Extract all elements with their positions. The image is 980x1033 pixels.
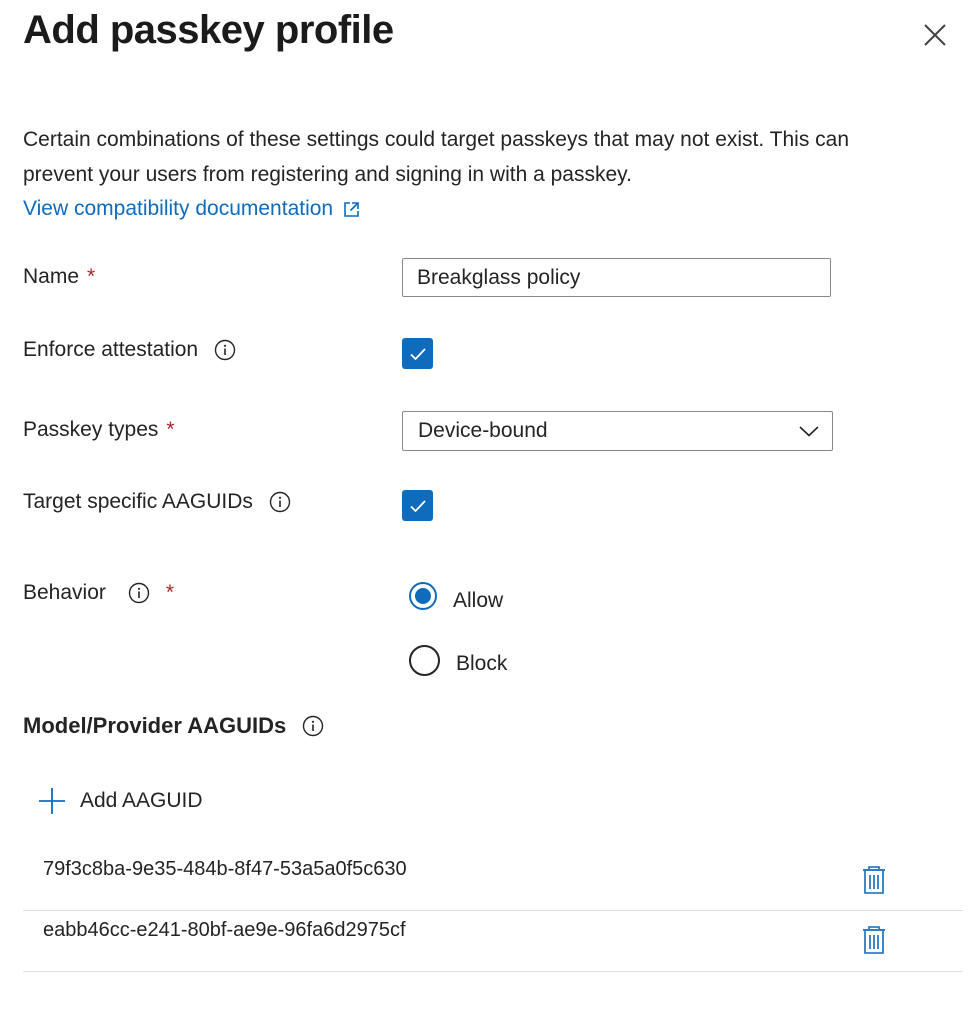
close-button[interactable]	[922, 22, 948, 48]
behavior-allow-radio[interactable]: Allow	[409, 579, 503, 613]
plus-icon	[39, 788, 65, 814]
behavior-label: Behavior *	[23, 581, 174, 605]
check-icon	[409, 499, 426, 512]
required-marker: *	[87, 265, 96, 288]
aaguids-heading: Model/Provider AAGUIDs	[23, 713, 324, 739]
enforce-attestation-checkbox[interactable]	[402, 338, 433, 369]
radio-button-selected[interactable]	[409, 582, 437, 610]
info-icon[interactable]	[302, 715, 324, 737]
external-link-icon	[344, 201, 359, 217]
enforce-attestation-label-text: Enforce attestation	[23, 338, 199, 361]
aaguid-row: 79f3c8ba-9e35-484b-8f47-53a5a0f5c630	[23, 850, 963, 911]
info-icon[interactable]	[128, 582, 150, 604]
trash-icon[interactable]	[861, 925, 887, 955]
aaguid-value: 79f3c8ba-9e35-484b-8f47-53a5a0f5c630	[43, 858, 407, 880]
panel-title: Add passkey profile	[23, 8, 394, 52]
required-marker: *	[166, 418, 175, 441]
passkey-types-label: Passkey types *	[23, 418, 175, 442]
name-input[interactable]	[402, 258, 831, 297]
doc-link-label: View compatibility documentation	[23, 197, 334, 220]
close-icon	[924, 24, 946, 46]
aaguid-value: eabb46cc-e241-80bf-ae9e-96fa6d2975cf	[43, 919, 406, 941]
target-aaguids-label: Target specific AAGUIDs	[23, 490, 291, 514]
trash-icon[interactable]	[861, 865, 887, 895]
add-aaguid-button[interactable]: Add AAGUID	[38, 787, 203, 815]
radio-dot	[415, 588, 431, 604]
target-aaguids-checkbox[interactable]	[402, 490, 433, 521]
behavior-label-text: Behavior	[23, 581, 106, 604]
info-icon[interactable]	[269, 491, 291, 513]
panel-description: Certain combinations of these settings c…	[23, 128, 850, 186]
check-icon	[409, 347, 426, 360]
allow-label: Allow	[453, 589, 504, 612]
chevron-down-icon	[799, 426, 819, 437]
block-label: Block	[456, 652, 508, 675]
compatibility-doc-link[interactable]: View compatibility documentation	[23, 192, 360, 226]
name-label-text: Name	[23, 265, 80, 288]
behavior-block-radio[interactable]: Block	[409, 644, 507, 676]
add-aaguid-label: Add AAGUID	[80, 789, 203, 812]
info-icon[interactable]	[214, 339, 236, 361]
passkey-types-dropdown[interactable]: Device-bound	[402, 411, 833, 451]
radio-button[interactable]	[409, 644, 440, 676]
passkey-types-selected: Device-bound	[418, 419, 548, 442]
aaguid-row: eabb46cc-e241-80bf-ae9e-96fa6d2975cf	[23, 911, 963, 972]
enforce-attestation-label: Enforce attestation	[23, 338, 236, 362]
required-marker: *	[165, 581, 175, 604]
passkey-types-label-text: Passkey types	[23, 418, 159, 441]
target-aaguids-label-text: Target specific AAGUIDs	[23, 490, 253, 513]
aaguids-heading-text: Model/Provider AAGUIDs	[23, 713, 287, 738]
name-label: Name *	[23, 265, 95, 289]
